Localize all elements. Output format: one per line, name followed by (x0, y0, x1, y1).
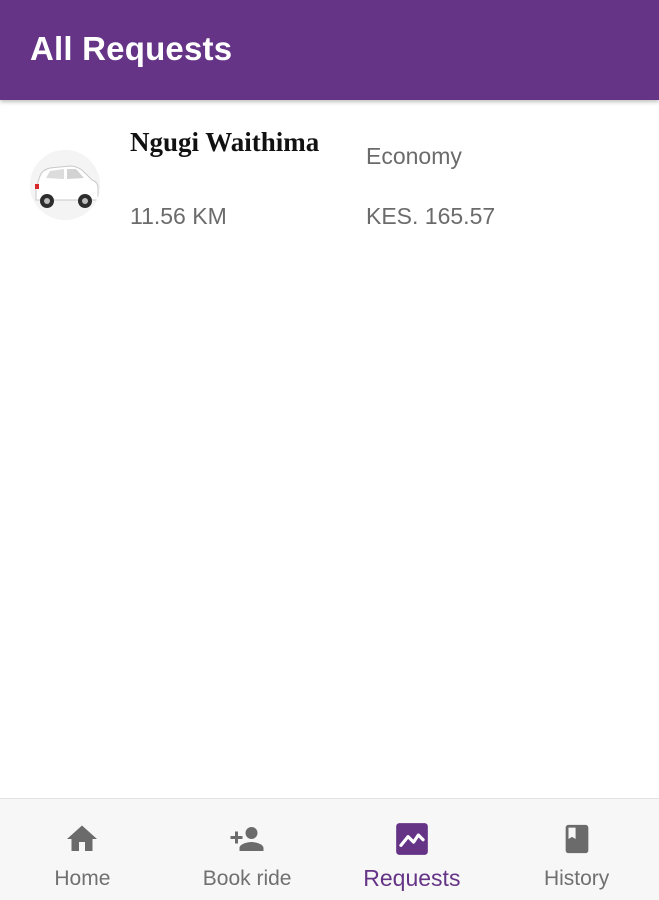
nav-label-book-ride: Book ride (202, 867, 292, 890)
nav-item-history[interactable]: History (494, 799, 659, 900)
nav-label-home: Home (54, 867, 111, 890)
nav-label-requests: Requests (363, 865, 461, 891)
page-title: All Requests (30, 30, 233, 67)
nav-item-book-ride[interactable]: Book ride (165, 799, 330, 900)
driver-name: Ngugi Waithima (130, 127, 320, 157)
trip-distance: 11.56 KM (130, 203, 227, 229)
ride-category: Economy (366, 143, 462, 169)
request-list-item[interactable]: Ngugi Waithima 11.56 KM Economy KES. 165… (0, 100, 659, 250)
person-add-icon (227, 819, 267, 859)
chart-icon (392, 819, 432, 859)
trip-fare: KES. 165.57 (366, 203, 496, 229)
app-screen: All Requests Ngugi Waithima 11.56 KM Eco… (0, 0, 659, 900)
nav-item-requests[interactable]: Requests (330, 799, 495, 900)
request-list: Ngugi Waithima 11.56 KM Economy KES. 165… (0, 100, 659, 250)
home-icon (62, 819, 102, 859)
book-icon (557, 819, 597, 859)
bottom-navigation: Home Book ride Requests History (0, 798, 659, 900)
car-icon (30, 150, 100, 220)
app-bar: All Requests (0, 0, 659, 100)
nav-label-history: History (543, 867, 610, 890)
nav-item-home[interactable]: Home (0, 799, 165, 900)
